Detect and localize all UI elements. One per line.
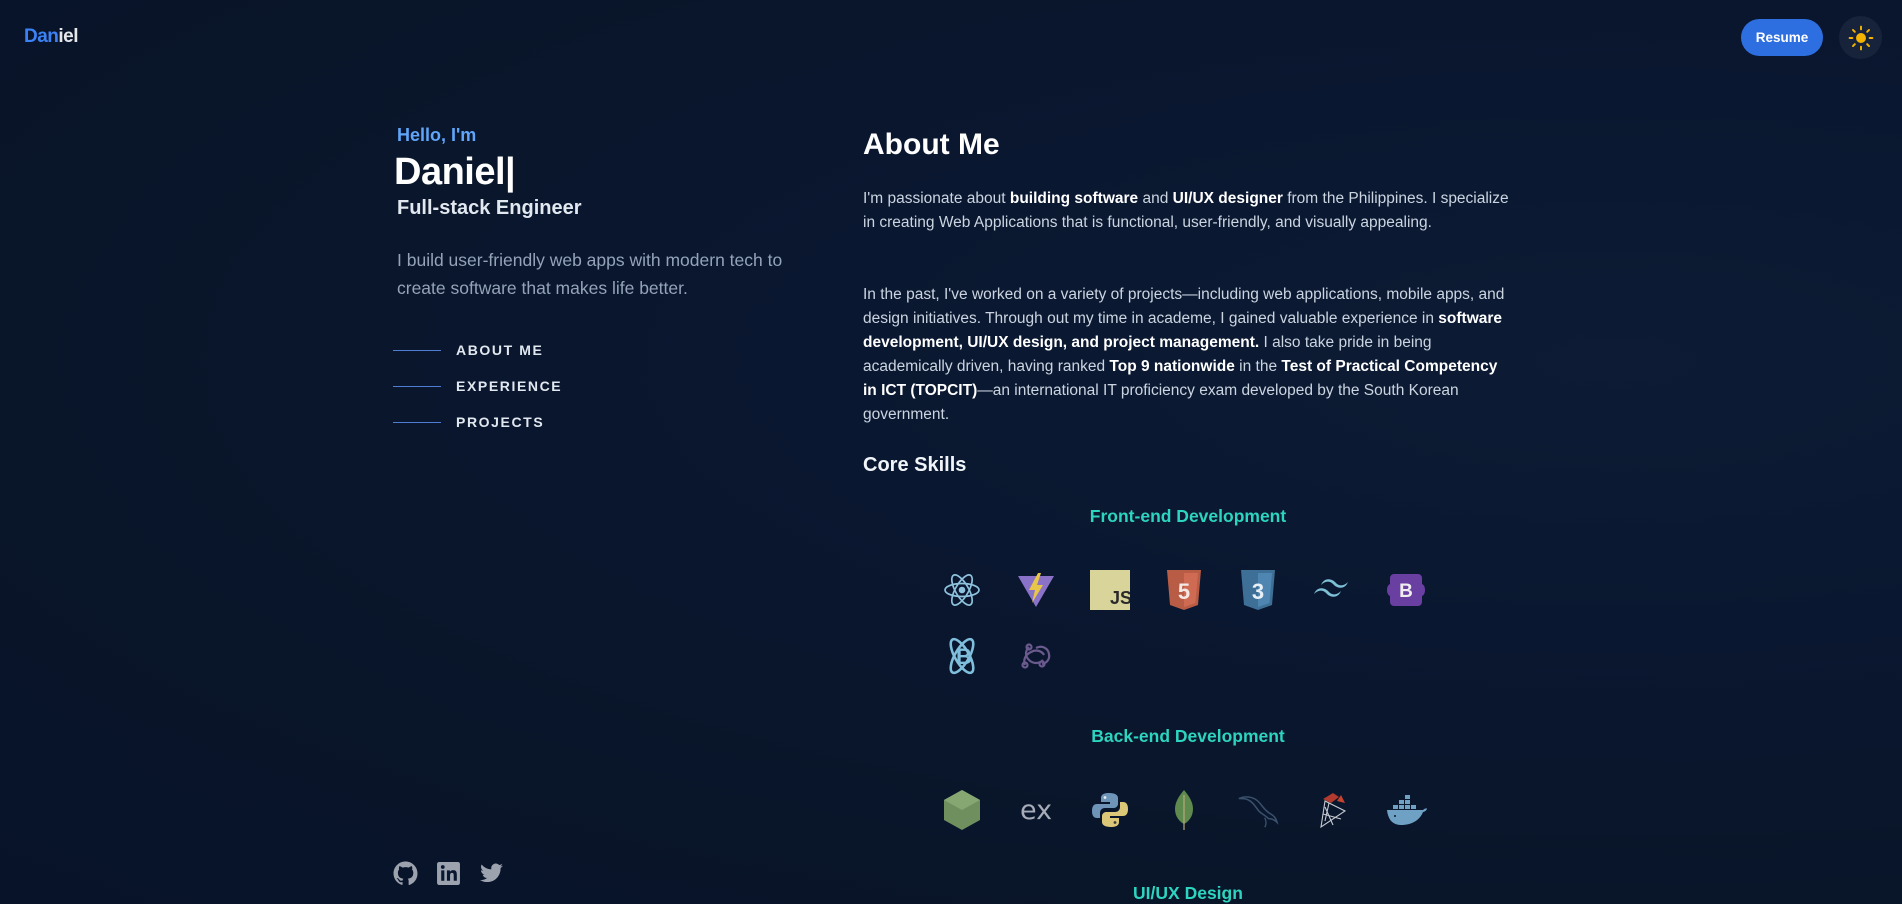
bold-text: Top 9 nationwide	[1109, 358, 1235, 375]
sun-icon	[1848, 25, 1873, 50]
react-bootstrap-icon: B	[940, 634, 984, 678]
svg-text:JS: JS	[1110, 588, 1130, 608]
backend-icon-grid: ex	[940, 788, 1458, 832]
python-icon	[1088, 788, 1132, 832]
nodejs-icon	[940, 788, 984, 832]
react-icon	[940, 568, 984, 612]
about-title: About Me	[863, 128, 1000, 161]
logo[interactable]: Daniel	[24, 26, 79, 48]
redux-icon	[1014, 634, 1058, 678]
text: and	[1138, 190, 1173, 207]
github-icon[interactable]	[393, 861, 418, 886]
text: in the	[1234, 358, 1282, 375]
hero-role: Full-stack Engineer	[397, 197, 582, 219]
nav-indicator-line	[393, 421, 441, 423]
frontend-icon-grid: JS 5 3 B B	[940, 568, 1458, 678]
twitter-icon[interactable]	[479, 861, 504, 886]
nav-indicator-line	[393, 385, 441, 387]
svg-text:5: 5	[1178, 579, 1190, 604]
nav-indicator-line	[393, 349, 441, 351]
hero-name: Daniel|	[394, 151, 516, 193]
docker-icon	[1384, 788, 1428, 832]
nav-item-about-me[interactable]: ABOUT ME	[393, 332, 562, 368]
logo-part-2: iel	[58, 26, 79, 47]
greeting: Hello, I'm	[397, 125, 477, 145]
nav-item-label: PROJECTS	[456, 414, 545, 430]
mongodb-icon	[1162, 788, 1206, 832]
core-skills-title: Core Skills	[863, 454, 967, 476]
svg-text:3: 3	[1252, 579, 1264, 604]
text: I'm passionate about	[863, 190, 1010, 207]
nav-item-experience[interactable]: EXPERIENCE	[393, 368, 562, 404]
nav-item-label: ABOUT ME	[456, 342, 544, 358]
hero-tagline: I build user-friendly web apps with mode…	[397, 250, 783, 298]
logo-part-1: Dan	[24, 26, 59, 47]
skill-category-frontend: Front-end Development	[1089, 506, 1287, 526]
svg-text:B: B	[1399, 581, 1413, 602]
theme-toggle-button[interactable]	[1839, 16, 1882, 59]
text: In the past, I've worked on a variety of…	[863, 286, 1505, 327]
tailwind-icon	[1310, 568, 1354, 612]
section-nav: ABOUT ME EXPERIENCE PROJECTS	[393, 332, 562, 440]
express-icon: ex	[1014, 788, 1058, 832]
javascript-icon: JS	[1088, 568, 1132, 612]
bold-text: UI/UX designer	[1172, 190, 1283, 207]
css3-icon: 3	[1236, 568, 1280, 612]
social-links	[393, 861, 504, 886]
svg-text:ex: ex	[1020, 795, 1052, 825]
mysql-icon	[1236, 788, 1280, 832]
nav-item-projects[interactable]: PROJECTS	[393, 404, 562, 440]
about-paragraph-2: In the past, I've worked on a variety of…	[863, 283, 1513, 427]
svg-text:B: B	[956, 644, 972, 669]
nav-item-label: EXPERIENCE	[456, 378, 563, 394]
resume-button[interactable]: Resume	[1741, 19, 1823, 56]
linkedin-icon[interactable]	[436, 861, 461, 886]
scikit-learn-icon	[1310, 788, 1354, 832]
skill-category-uiux: UI/UX Design	[1133, 883, 1243, 903]
about-paragraph-1: I'm passionate about building software a…	[863, 187, 1513, 235]
bootstrap-icon: B	[1384, 568, 1428, 612]
bold-text: building software	[1009, 190, 1139, 207]
skill-category-backend: Back-end Development	[1091, 726, 1285, 746]
vite-icon	[1014, 568, 1058, 612]
html5-icon: 5	[1162, 568, 1206, 612]
